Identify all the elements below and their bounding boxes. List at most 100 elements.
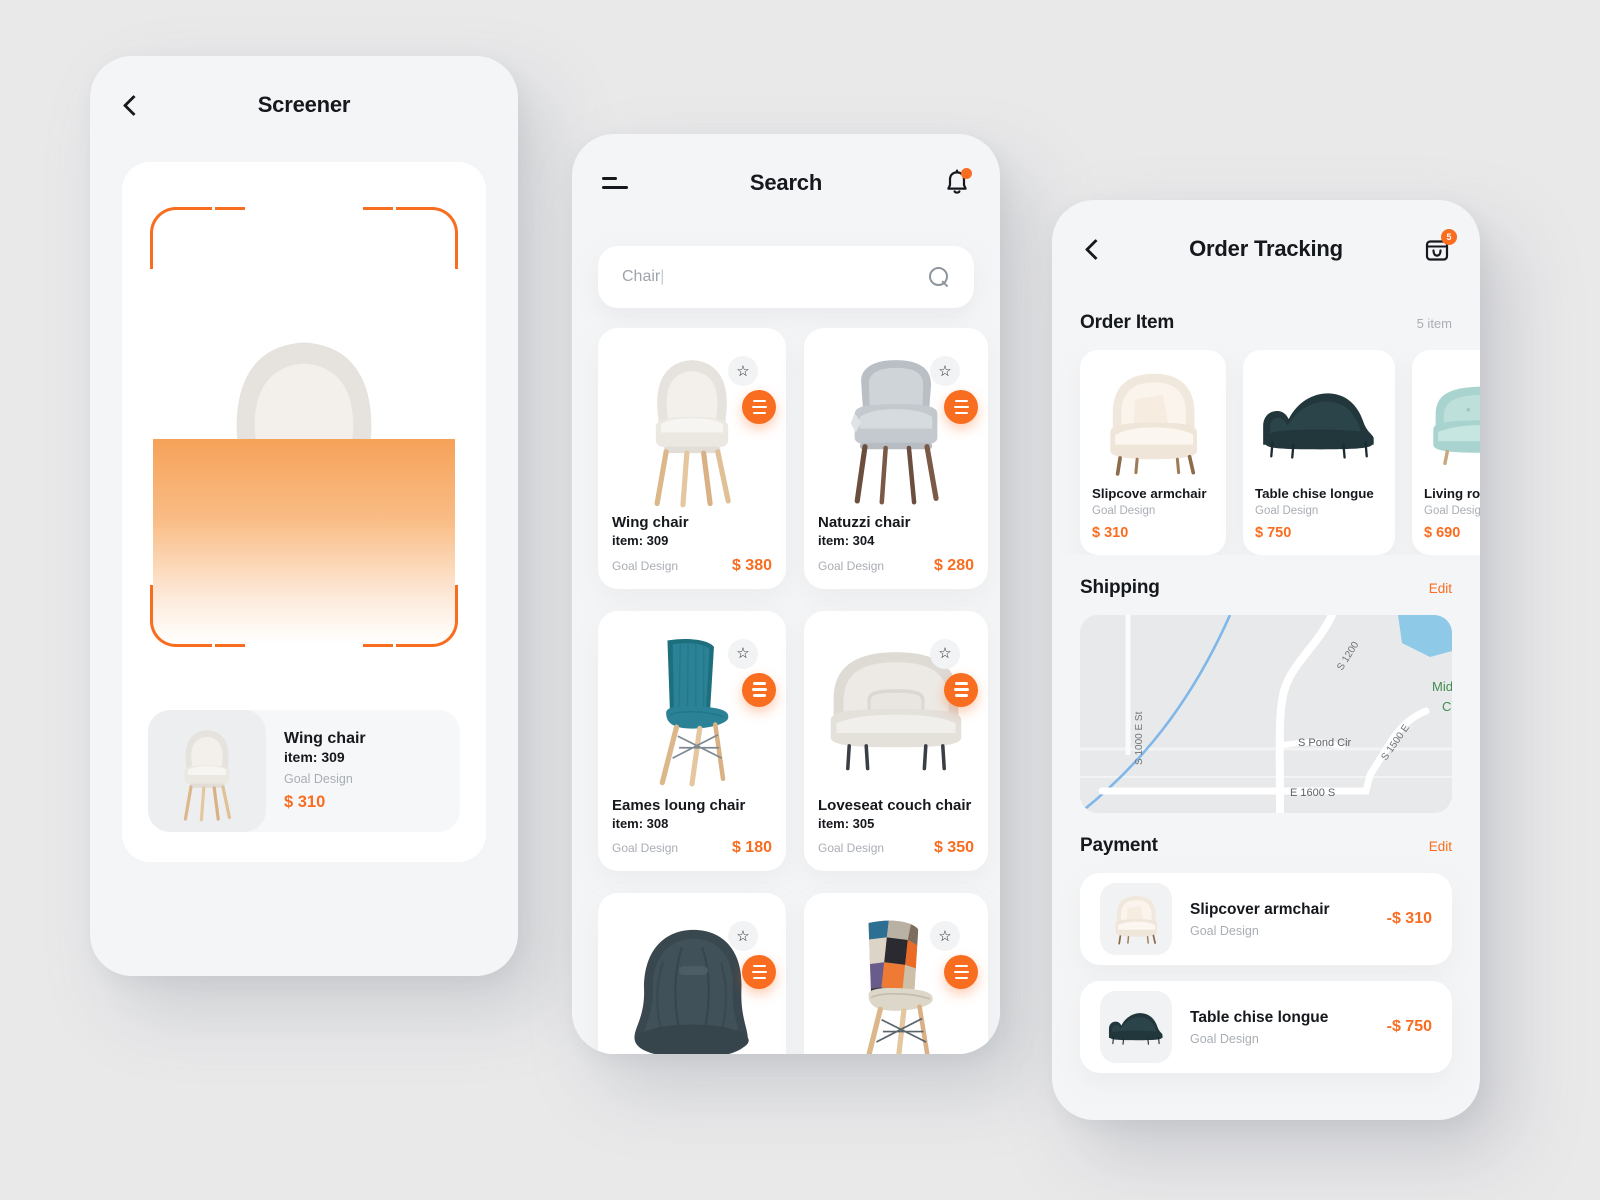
favorite-star-icon[interactable]: ☆ (728, 921, 758, 952)
scan-result-card[interactable]: Wing chair item: 309 Goal Design $ 310 (148, 710, 460, 832)
product-grid: ☆ Wing chair item: 309 Goal Design $ 380… (598, 328, 988, 1054)
shipping-map[interactable] (1080, 615, 1452, 813)
product-menu-icon[interactable] (944, 390, 978, 424)
order-item-carousel[interactable]: Slipcove armchair Goal Design $ 310 Tabl… (1052, 350, 1480, 555)
product-price: $ 180 (731, 839, 772, 857)
order-header: Order Tracking 5 (1052, 200, 1480, 298)
product-name: Natuzzi chair (818, 514, 911, 531)
search-input[interactable]: Chair| (598, 246, 974, 308)
order-item-brand: Goal Design (1255, 505, 1319, 517)
payment-item-brand: Goal Design (1190, 923, 1259, 938)
hamburger-menu-icon[interactable] (602, 174, 628, 192)
order-item-card[interactable]: Living room sofa Goal Design $ 690 (1412, 350, 1480, 555)
payment-item-brand: Goal Design (1190, 1031, 1259, 1046)
order-item-image (1092, 362, 1214, 482)
payment-amount: -$ 310 (1386, 910, 1432, 927)
search-header: Search (572, 134, 1000, 232)
payment-item-info: Table chise longue Goal Design (1172, 1009, 1387, 1046)
product-item-id: item: 309 (612, 533, 669, 548)
product-name: Eames loung chair (612, 796, 746, 814)
product-image: ☆ (818, 625, 978, 793)
section-title: Order Item (1080, 312, 1175, 333)
scan-result-price: $ 310 (284, 793, 326, 812)
product-item-id: item: 308 (612, 815, 669, 831)
favorite-star-icon[interactable]: ☆ (930, 638, 960, 669)
page-title: Search (749, 170, 823, 195)
order-item-price: $ 750 (1255, 525, 1292, 541)
search-icon[interactable] (929, 266, 950, 288)
order-item-count: 5 item (1416, 316, 1452, 331)
map-graphic (1080, 615, 1452, 813)
section-title: Payment (1080, 835, 1158, 856)
scan-corner-top-left (150, 207, 245, 269)
product-menu-icon[interactable] (742, 390, 776, 424)
product-image: ☆ (818, 907, 978, 1054)
product-name: Wing chair (612, 514, 689, 531)
product-card[interactable]: ☆ Wing chair item: 309 Goal Design $ 380 (598, 328, 786, 589)
favorite-star-icon[interactable]: ☆ (930, 921, 960, 952)
text-caret: | (660, 268, 665, 285)
notification-badge (961, 168, 972, 179)
payment-row[interactable]: Table chise longue Goal Design -$ 750 (1080, 981, 1452, 1073)
payment-item-name: Slipcover armchair (1190, 900, 1330, 918)
product-card[interactable]: ☆ (598, 893, 786, 1054)
order-item-name: Living room sofa (1424, 486, 1480, 501)
order-item-brand: Goal Design (1424, 505, 1480, 517)
phone-screener: Screener Wing chair item: 309 Goal Desig… (90, 56, 518, 976)
section-title: Shipping (1080, 577, 1160, 598)
order-item-image (1424, 362, 1480, 482)
product-image: ☆ (612, 625, 776, 793)
favorite-star-icon[interactable]: ☆ (728, 356, 758, 386)
product-price: $ 350 (933, 839, 974, 857)
favorite-star-icon[interactable]: ☆ (728, 638, 758, 669)
product-item-id: item: 304 (818, 533, 875, 548)
product-card[interactable]: ☆ Natuzzi chair item: 304 Goal Design $ … (804, 328, 988, 589)
order-item-image (1255, 362, 1383, 482)
product-card[interactable]: ☆ Loveseat couch chair item: 305 Goal De… (804, 610, 988, 872)
product-brand: Goal Design (612, 841, 679, 856)
product-image: ☆ (612, 907, 776, 1054)
shipping-section-header: Shipping Edit (1052, 577, 1480, 599)
payment-item-thumbnail (1100, 883, 1172, 955)
order-item-card[interactable]: Table chise longue Goal Design $ 750 (1243, 350, 1395, 555)
page-title: Screener (257, 92, 351, 117)
product-menu-icon[interactable] (944, 955, 978, 990)
payment-item-thumbnail (1100, 991, 1172, 1063)
notification-bell-icon[interactable] (944, 168, 972, 197)
screener-header: Screener (90, 56, 518, 154)
scan-result-brand: Goal Design (284, 772, 353, 787)
back-chevron-icon[interactable] (1082, 238, 1104, 260)
favorite-star-icon[interactable]: ☆ (930, 356, 960, 386)
payment-amount: -$ 750 (1386, 1018, 1432, 1035)
product-name: Loveseat couch chair (818, 796, 972, 814)
search-input-value: Chair| (622, 268, 929, 286)
cart-icon[interactable]: 5 (1424, 229, 1457, 262)
scan-result-info: Wing chair item: 309 Goal Design $ 310 (266, 730, 366, 813)
scan-result-thumbnail (148, 710, 266, 832)
payment-section-header: Payment Edit (1052, 835, 1480, 857)
phone-order-tracking: Order Tracking 5 Order Item 5 item Slipc… (1052, 200, 1480, 1120)
product-item-id: item: 305 (818, 815, 875, 831)
order-item-name: Slipcove armchair (1092, 486, 1207, 501)
scan-corner-bottom-right (363, 585, 458, 647)
product-card[interactable]: ☆ (804, 893, 988, 1054)
product-menu-icon[interactable] (742, 955, 776, 990)
payment-edit-link[interactable]: Edit (1429, 839, 1452, 854)
order-item-card[interactable]: Slipcove armchair Goal Design $ 310 (1080, 350, 1226, 555)
page-title: Order Tracking (1189, 236, 1343, 261)
product-image: ☆ (612, 342, 776, 510)
product-card[interactable]: ☆ Eames loung chair item: 308 Goal Desig… (598, 610, 786, 872)
order-item-brand: Goal Design (1092, 505, 1156, 517)
scan-result-item: item: 309 (284, 749, 345, 766)
product-menu-icon[interactable] (944, 672, 978, 707)
product-price: $ 280 (933, 556, 974, 574)
scan-result-name: Wing chair (284, 729, 366, 747)
payment-row[interactable]: Slipcover armchair Goal Design -$ 310 (1080, 873, 1452, 965)
product-menu-icon[interactable] (742, 672, 776, 707)
screener-camera-card: Wing chair item: 309 Goal Design $ 310 (122, 162, 486, 862)
order-item-section-header: Order Item 5 item (1052, 312, 1480, 334)
shipping-edit-link[interactable]: Edit (1429, 581, 1452, 596)
order-item-price: $ 310 (1092, 525, 1129, 541)
back-chevron-icon[interactable] (120, 94, 142, 116)
product-price: $ 380 (731, 556, 772, 574)
